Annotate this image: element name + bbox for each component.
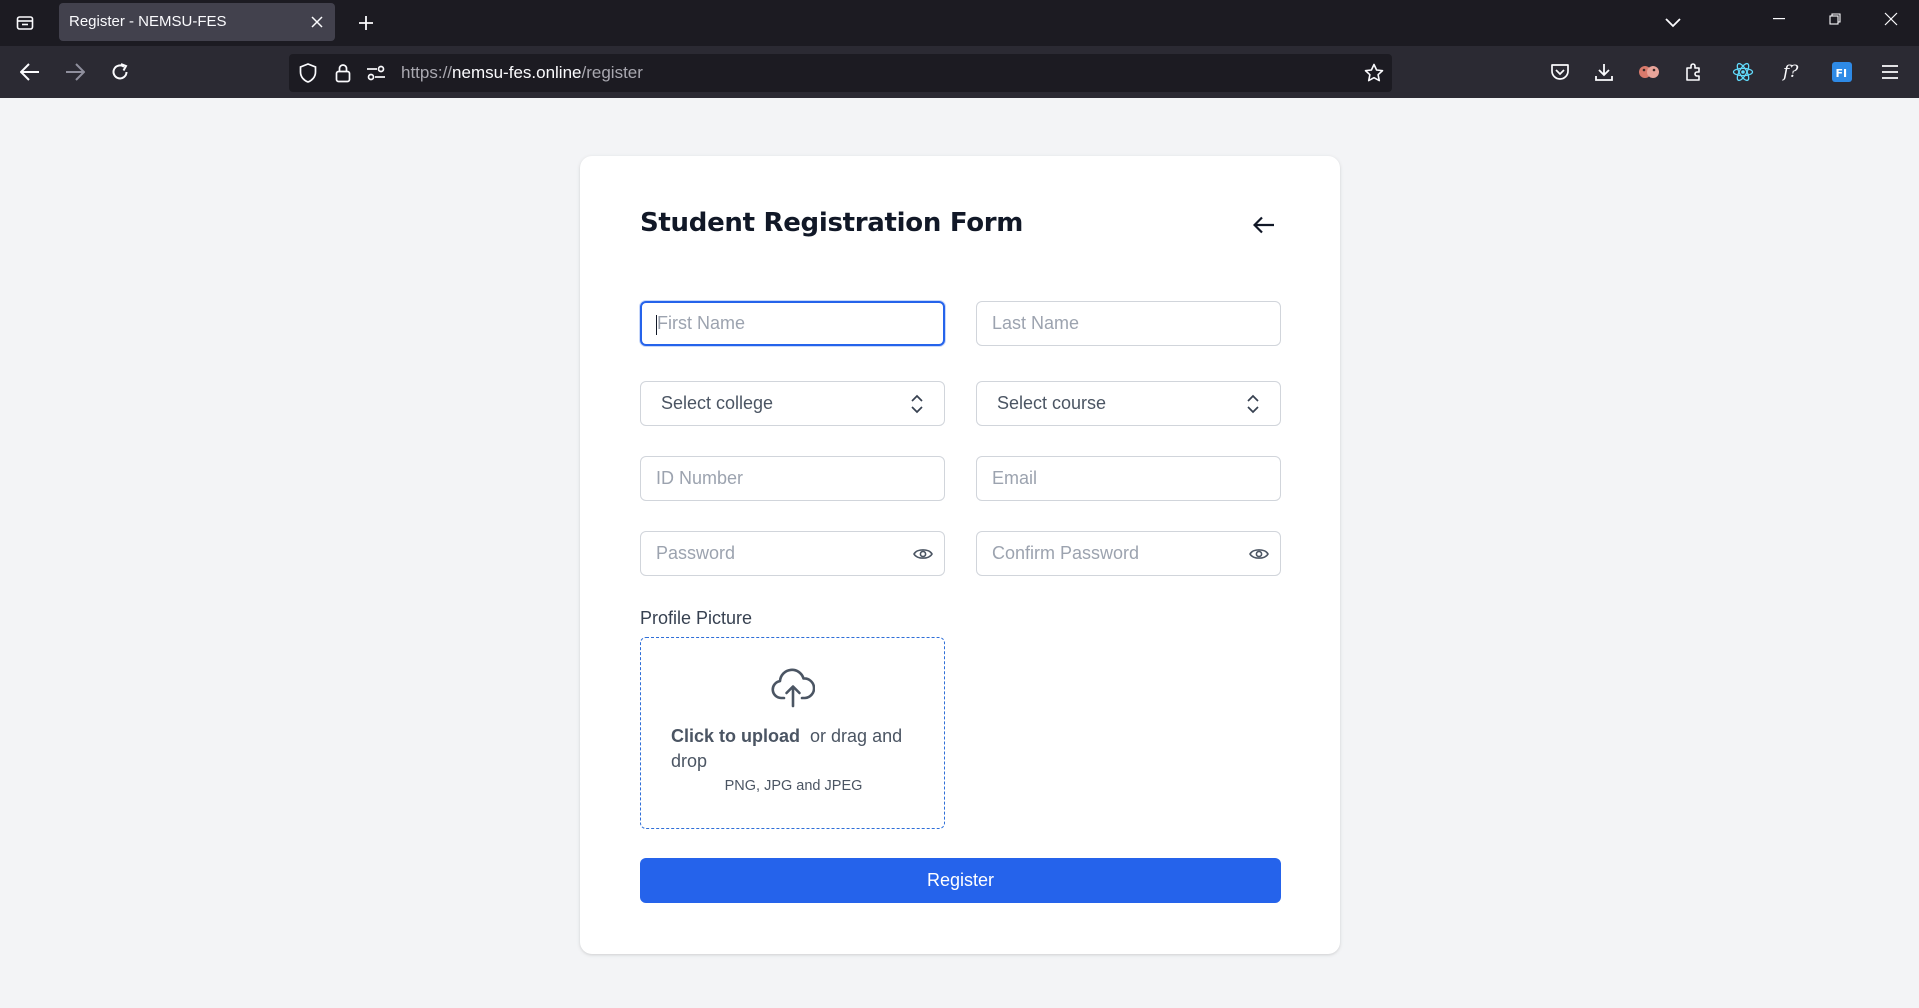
id-number-input[interactable] (656, 457, 916, 500)
react-icon[interactable] (1726, 55, 1760, 89)
url-bar[interactable]: https://nemsu-fes.online/register (289, 54, 1392, 92)
pocket-icon[interactable] (1543, 55, 1577, 89)
page-title: Student Registration Form (640, 208, 1024, 238)
url-host: nemsu-fes.online (452, 63, 582, 82)
url-scheme: https:// (401, 63, 453, 82)
eye-icon[interactable] (912, 544, 934, 564)
first-name-input[interactable] (657, 303, 917, 344)
svg-text:FI: FI (1836, 67, 1848, 80)
select-chevron-icon (1247, 394, 1259, 414)
plus-icon[interactable] (349, 6, 383, 40)
browser-toolbar: https://nemsu-fes.online/register f? FI (0, 46, 1919, 98)
function-icon[interactable]: f? (1776, 55, 1810, 89)
upload-file-types: PNG, JPG and JPEG (724, 778, 863, 794)
url-text[interactable]: https://nemsu-fes.online/register (401, 54, 643, 92)
registration-card: Student Registration Form Select college… (580, 156, 1340, 954)
upload-click-label[interactable]: Click to upload (671, 726, 800, 746)
course-select-value: Select course (997, 393, 1107, 413)
last-name-field[interactable] (976, 301, 1281, 346)
lock-icon[interactable] (333, 63, 353, 83)
restore-icon[interactable] (1807, 0, 1863, 38)
reload-icon[interactable] (103, 55, 137, 89)
star-icon[interactable] (1364, 63, 1384, 83)
eye-icon[interactable] (1248, 544, 1270, 564)
download-icon[interactable] (1587, 55, 1621, 89)
tab-title: Register - NEMSU-FES (69, 13, 227, 30)
back-arrow-icon[interactable] (1250, 211, 1278, 239)
email-input[interactable] (992, 457, 1252, 500)
college-select-value: Select college (661, 393, 774, 413)
back-icon[interactable] (13, 55, 47, 89)
password-field[interactable] (640, 531, 945, 576)
window-close-icon[interactable] (1863, 0, 1919, 38)
first-name-field[interactable] (640, 301, 945, 346)
browser-tab[interactable]: Register - NEMSU-FES (59, 3, 335, 41)
upload-instructions: Click to upload or drag and drop (671, 724, 911, 774)
puzzle-icon[interactable] (1677, 55, 1711, 89)
id-number-field[interactable] (640, 456, 945, 501)
shield-icon[interactable] (298, 63, 318, 83)
upload-dropzone[interactable]: Click to upload or drag and drop PNG, JP… (640, 637, 945, 829)
select-chevron-icon (911, 394, 923, 414)
extension-icons[interactable] (1632, 55, 1666, 89)
browser-tab-bar: Register - NEMSU-FES (0, 0, 1919, 46)
last-name-input[interactable] (992, 302, 1252, 345)
cloud-upload-icon (771, 668, 815, 708)
password-input[interactable] (656, 532, 916, 575)
register-button[interactable]: Register (640, 858, 1281, 903)
menu-icon[interactable] (1873, 55, 1907, 89)
url-path: /register (581, 63, 643, 82)
confirm-password-field[interactable] (976, 531, 1281, 576)
chevron-down-icon[interactable] (1656, 6, 1690, 40)
minimize-icon[interactable] (1751, 0, 1807, 38)
confirm-password-input[interactable] (992, 532, 1252, 575)
permissions-icon[interactable] (366, 63, 386, 83)
fi-icon[interactable]: FI (1825, 55, 1859, 89)
college-select[interactable]: Select college (640, 381, 945, 426)
tab-overview-icon[interactable] (8, 6, 42, 40)
svg-text:f?: f? (1781, 62, 1799, 82)
close-icon[interactable] (307, 12, 327, 32)
profile-picture-label: Profile Picture (640, 608, 753, 628)
forward-icon[interactable] (58, 55, 92, 89)
email-field[interactable] (976, 456, 1281, 501)
course-select[interactable]: Select course (976, 381, 1281, 426)
